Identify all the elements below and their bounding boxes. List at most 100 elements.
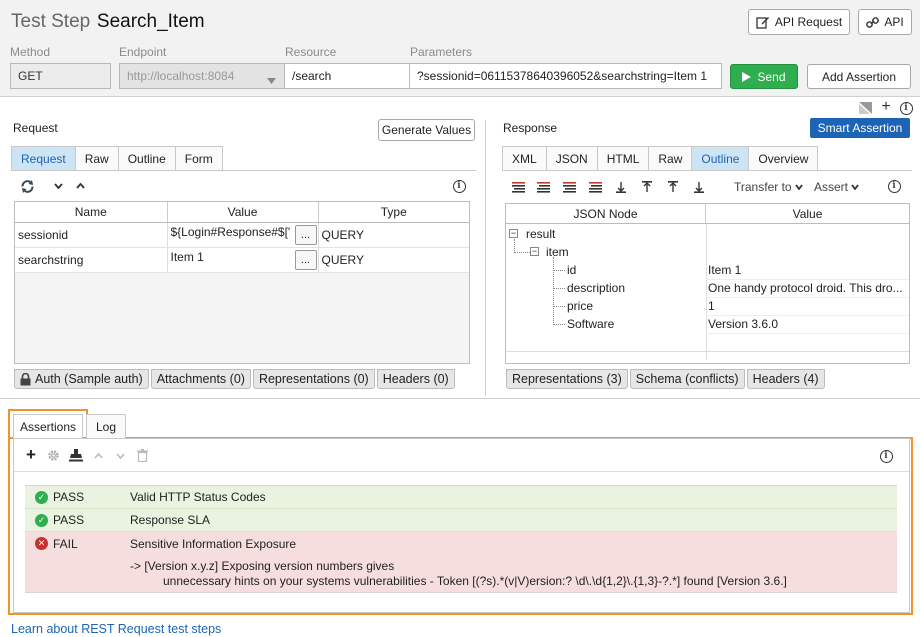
layout-icon[interactable] bbox=[858, 101, 872, 115]
tab-outline[interactable]: Outline bbox=[117, 146, 176, 170]
tree-value[interactable]: 1 bbox=[708, 299, 715, 313]
smart-assertion-button[interactable]: Smart Assertion bbox=[810, 118, 910, 138]
tab-overview[interactable]: Overview bbox=[748, 146, 819, 170]
tab-auth[interactable]: Auth (Sample auth) bbox=[14, 369, 149, 389]
edit-value-button[interactable]: ... bbox=[294, 249, 317, 270]
edit-icon bbox=[756, 17, 769, 29]
align-icon[interactable] bbox=[562, 181, 576, 193]
param-value-cell[interactable]: ${Login#Response#$['... bbox=[167, 222, 319, 248]
assert-button[interactable]: Assert bbox=[814, 180, 859, 194]
row-divider bbox=[706, 315, 909, 316]
edit-value-button[interactable]: ... bbox=[294, 224, 317, 245]
info-icon[interactable]: i bbox=[899, 101, 913, 115]
list-item[interactable]: ✓ PASS Valid HTTP Status Codes bbox=[25, 486, 897, 509]
add-assertion-icon[interactable]: + bbox=[24, 445, 38, 464]
tab-assertions[interactable]: Assertions bbox=[13, 414, 83, 438]
error-circle-icon: ✕ bbox=[35, 537, 48, 550]
tab-headers[interactable]: Headers (0) bbox=[376, 369, 455, 389]
parameters-field[interactable]: ?sessionid=06115378640396052&searchstrin… bbox=[409, 63, 722, 89]
tab-outline[interactable]: Outline bbox=[691, 146, 750, 170]
tab-json[interactable]: JSON bbox=[545, 146, 598, 170]
tree-connector bbox=[553, 257, 554, 325]
step-down-icon[interactable] bbox=[692, 181, 706, 193]
send-button[interactable]: Send bbox=[730, 64, 798, 89]
resource-field[interactable]: /search bbox=[284, 63, 410, 89]
tab-headers[interactable]: Headers (4) bbox=[746, 369, 825, 389]
section-divider bbox=[0, 398, 920, 399]
tab-attachments[interactable]: Attachments (0) bbox=[150, 369, 251, 389]
tab-html[interactable]: HTML bbox=[596, 146, 650, 170]
request-info-icon[interactable]: i bbox=[452, 179, 466, 193]
add-icon[interactable]: + bbox=[879, 98, 893, 115]
chevron-up-icon[interactable] bbox=[74, 180, 86, 192]
api-request-button[interactable]: API Request bbox=[748, 9, 850, 35]
json-outline-table: JSON Node Value − result − item id Item 1 desc… bbox=[505, 203, 910, 364]
stamp-icon[interactable] bbox=[68, 448, 83, 463]
param-value-cell[interactable]: Item 1... bbox=[167, 247, 319, 273]
assertion-status: FAIL bbox=[53, 537, 78, 551]
tree-node[interactable]: price bbox=[567, 299, 593, 313]
param-name[interactable]: sessionid bbox=[15, 222, 168, 248]
trash-icon[interactable] bbox=[136, 448, 148, 462]
tree-node[interactable]: result bbox=[526, 227, 555, 241]
list-item[interactable]: ✕ FAIL Sensitive Information Exposure ->… bbox=[25, 532, 897, 592]
generate-values-button[interactable]: Generate Values bbox=[378, 119, 475, 141]
row-divider bbox=[506, 351, 909, 352]
gear-icon[interactable] bbox=[46, 448, 61, 463]
align-alt-icon[interactable] bbox=[588, 181, 602, 193]
col-type: Type bbox=[318, 202, 469, 223]
collapse-toggle-icon[interactable]: − bbox=[509, 229, 518, 238]
tree-node[interactable]: id bbox=[567, 263, 576, 277]
tab-request[interactable]: Request bbox=[11, 146, 76, 170]
tabs-divider bbox=[11, 170, 476, 171]
tab-representations[interactable]: Representations (0) bbox=[252, 369, 375, 389]
assertion-status: PASS bbox=[53, 490, 85, 504]
tree-connector bbox=[553, 324, 565, 325]
expand-all-icon[interactable] bbox=[511, 181, 525, 193]
splitter[interactable] bbox=[485, 120, 486, 396]
param-name[interactable]: searchstring bbox=[15, 247, 168, 273]
tree-value[interactable]: One handy protocol droid. This dro... bbox=[708, 281, 903, 295]
move-bottom-icon[interactable] bbox=[614, 181, 628, 193]
refresh-icon[interactable] bbox=[19, 178, 35, 194]
toolbar-divider bbox=[14, 471, 909, 472]
tab-form[interactable]: Form bbox=[174, 146, 223, 170]
tree-node[interactable]: item bbox=[546, 245, 569, 259]
param-type[interactable]: QUERY bbox=[318, 247, 469, 273]
assertion-detail: unnecessary hints on your systems vulner… bbox=[163, 574, 787, 588]
assert-label: Assert bbox=[814, 180, 849, 194]
request-params-table: Name Value Type sessionid ${Login#Respon… bbox=[14, 201, 470, 364]
move-top-icon[interactable] bbox=[640, 181, 654, 193]
table-row[interactable]: searchstring Item 1... QUERY bbox=[15, 247, 469, 273]
request-bottom-tabs: Auth (Sample auth) Attachments (0) Repre… bbox=[14, 369, 457, 389]
collapse-toggle-icon[interactable]: − bbox=[530, 247, 539, 256]
tree-node[interactable]: description bbox=[567, 281, 625, 295]
learn-link[interactable]: Learn about REST Request test steps bbox=[11, 622, 221, 636]
tree-node[interactable]: Software bbox=[567, 317, 614, 331]
move-down-icon[interactable] bbox=[114, 451, 126, 461]
endpoint-select[interactable]: http://localhost:8084 bbox=[119, 63, 285, 89]
tab-representations[interactable]: Representations (3) bbox=[506, 369, 628, 389]
tab-schema[interactable]: Schema (conflicts) bbox=[629, 369, 745, 389]
tab-raw[interactable]: Raw bbox=[74, 146, 119, 170]
endpoint-value: http://localhost:8084 bbox=[127, 69, 235, 83]
param-type[interactable]: QUERY bbox=[318, 222, 469, 248]
step-up-icon[interactable] bbox=[666, 181, 680, 193]
collapse-all-icon[interactable] bbox=[536, 181, 550, 193]
chevron-down-icon[interactable] bbox=[52, 180, 64, 192]
api-button[interactable]: API bbox=[858, 9, 912, 35]
list-item[interactable]: ✓ PASS Response SLA bbox=[25, 509, 897, 532]
transfer-to-button[interactable]: Transfer to bbox=[734, 180, 803, 194]
tab-raw[interactable]: Raw bbox=[648, 146, 693, 170]
column-divider bbox=[706, 224, 707, 360]
add-assertion-button[interactable]: Add Assertion bbox=[807, 64, 911, 89]
tree-value[interactable]: Version 3.6.0 bbox=[708, 317, 778, 331]
assertions-info-icon[interactable]: i bbox=[879, 449, 893, 463]
tab-xml[interactable]: XML bbox=[502, 146, 547, 170]
tab-log[interactable]: Log bbox=[86, 414, 126, 438]
tree-value[interactable]: Item 1 bbox=[708, 263, 741, 277]
move-up-icon[interactable] bbox=[92, 451, 104, 461]
method-field[interactable]: GET bbox=[10, 63, 111, 89]
table-row[interactable]: sessionid ${Login#Response#$['... QUERY bbox=[15, 222, 469, 248]
response-info-icon[interactable]: i bbox=[887, 179, 901, 193]
